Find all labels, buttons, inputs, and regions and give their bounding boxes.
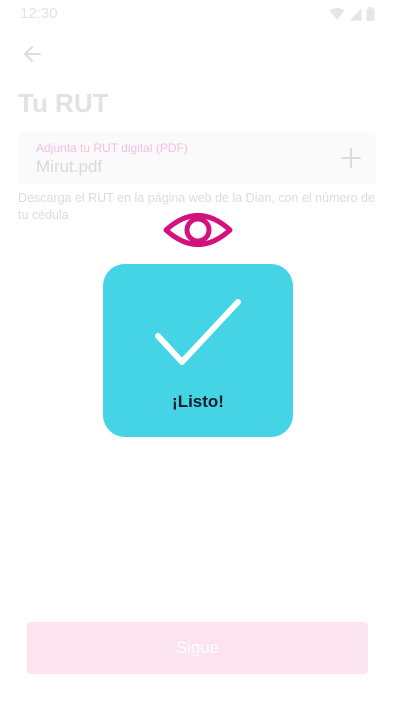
eye-icon[interactable] [162,207,234,253]
file-field-value: Mirut.pdf [36,157,103,176]
file-field-label: Adjunta tu RUT digital (PDF) [36,141,188,155]
back-button[interactable] [18,40,46,68]
wifi-icon [329,7,345,20]
success-card: ¡Listo! [103,264,293,437]
signal-icon [349,8,362,20]
rut-file-field[interactable]: Adjunta tu RUT digital (PDF) Mirut.pdf [18,132,376,184]
checkmark-icon [155,299,241,365]
page-title: Tu RUT [18,88,109,118]
status-icons [329,7,375,21]
status-bar: 12:30 [0,0,395,28]
submit-button[interactable]: Sigue [27,622,368,674]
status-time: 12:30 [20,5,58,22]
success-label: ¡Listo! [172,392,224,411]
battery-icon [366,7,375,21]
arrow-left-icon [24,46,41,62]
plus-icon[interactable] [340,147,362,169]
